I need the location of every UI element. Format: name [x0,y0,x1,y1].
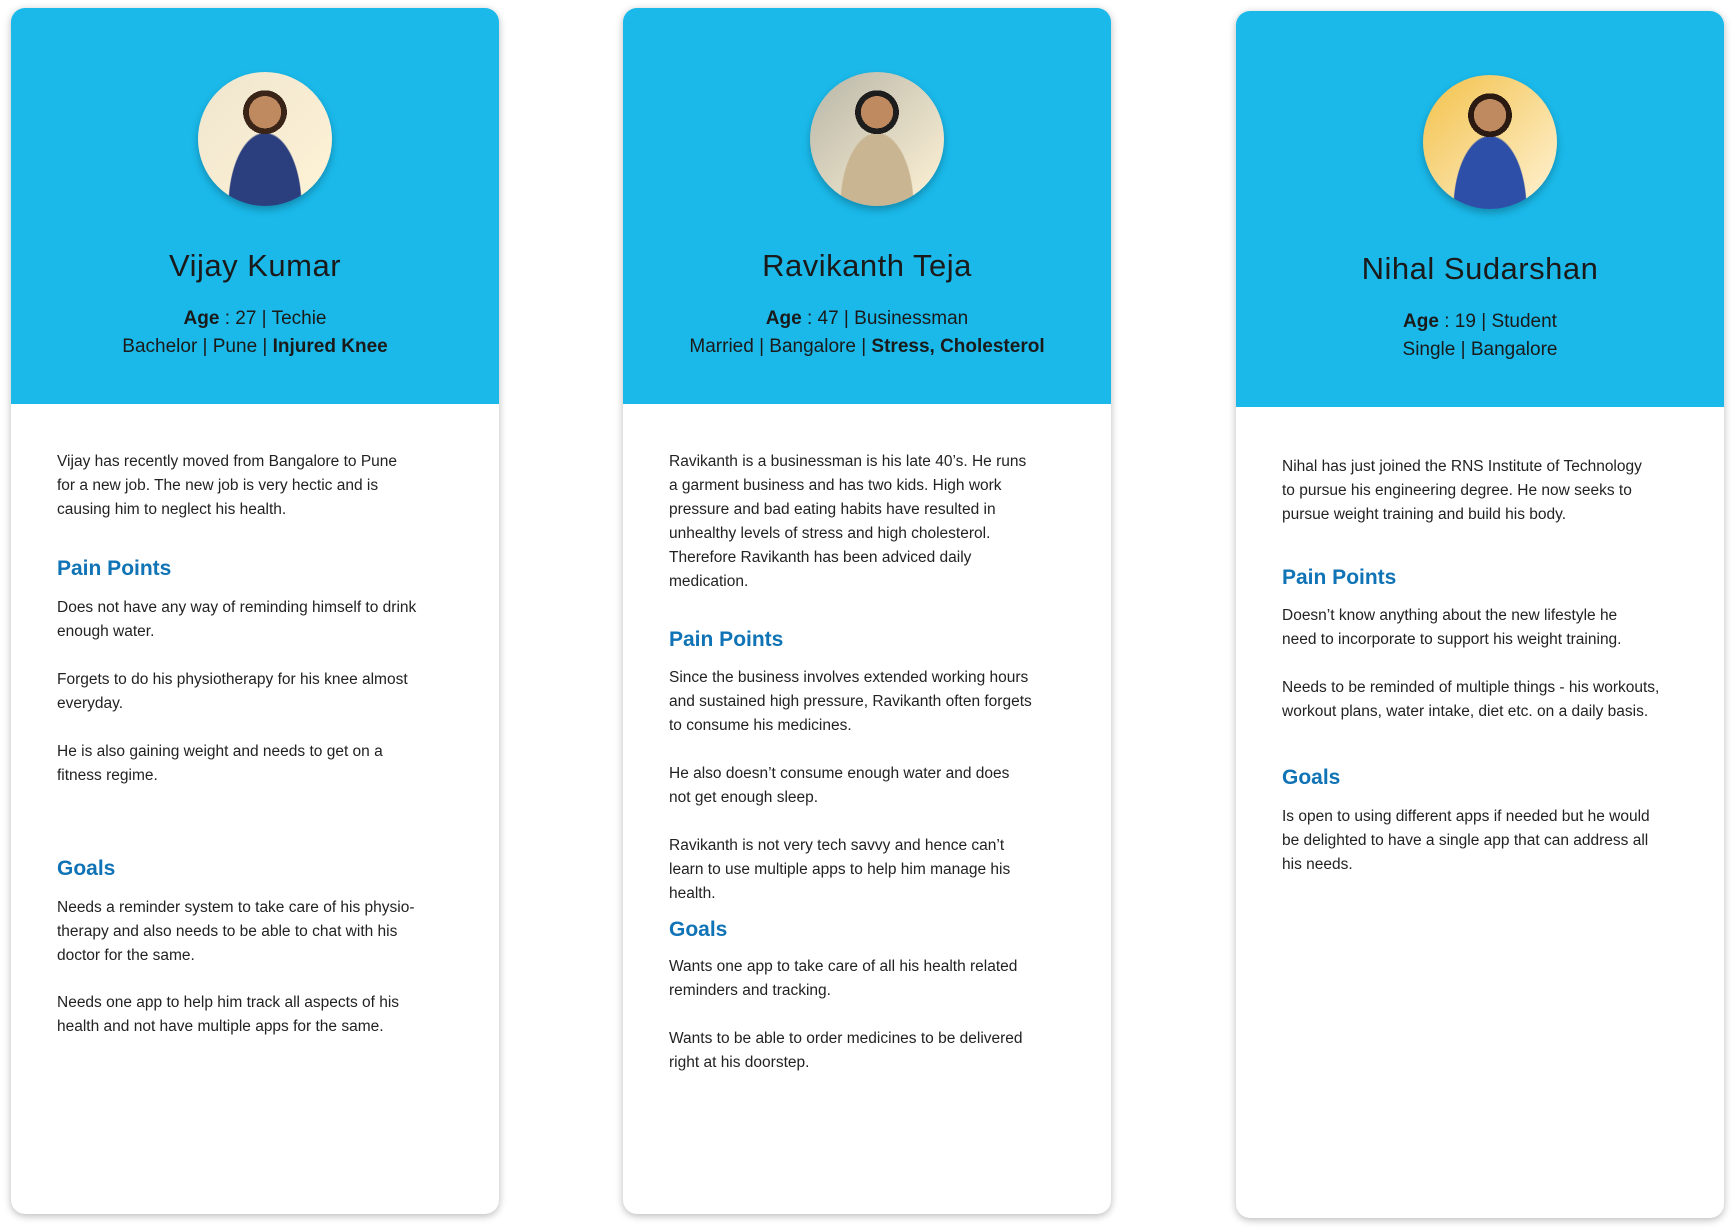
text-line: Forgets to do his physiotherapy for his … [57,671,408,688]
text-line: need to incorporate to support his weigh… [1282,631,1622,648]
text-line: Since the business involves extended wor… [669,669,1029,686]
occupation: Techie [271,308,327,329]
age-label: Age [183,308,220,329]
goal: Wants to be able to order medicines to b… [669,1027,1089,1075]
persona-header: Ravikanth Teja Age : 47 | Businessman Marr… [623,8,1111,404]
pain-points-heading: Pain Points [669,628,784,651]
pain-points-heading: Pain Points [57,557,172,580]
persona-description: Nihal has just joined the RNS Institute … [1282,455,1702,527]
age-value: 27 [235,308,257,329]
age-label: Age [1403,311,1439,332]
text-line: Vijay has recently moved from Bangalore … [57,453,398,470]
persona-age-line: Age : 27 | Techie [183,308,327,329]
condition: Injured Knee [272,336,388,357]
text-line: health. [669,885,716,902]
details: Bachelor | Pune | [122,336,273,357]
persona-header: Nihal Sudarshan Age : 19 | Student Single … [1236,11,1724,407]
goal: Needs a reminder system to take care of … [57,896,477,968]
text-line: be delighted to have a single app that c… [1282,832,1649,849]
details: Single | Bangalore [1402,339,1558,360]
pain-point: Doesn’t know anything about the new life… [1282,604,1702,652]
text-line: doctor for the same. [57,947,195,964]
goals-heading: Goals [57,857,116,880]
persona-description: Ravikanth is a businessman is his late 4… [669,450,1089,594]
text-line: his needs. [1282,856,1353,873]
persona-name: Ravikanth Teja [762,248,972,283]
goal: Wants one app to take care of all his he… [669,955,1089,1003]
text-line: causing him to neglect his health. [57,501,287,518]
persona-card: Vijay Kumar Age : 27 | Techie Bachelor | P… [11,8,499,1214]
text-line: to pursue his engineering degree. He now… [1282,482,1632,499]
persona-details-line: Single | Bangalore [1236,339,1724,361]
text-line: Wants one app to take care of all his he… [669,958,1018,975]
pain-points-heading: Pain Points [1282,566,1397,589]
pain-point: He is also gaining weight and needs to g… [57,740,477,788]
text-line: Is open to using different apps if neede… [1282,808,1650,825]
pain-point: Since the business involves extended wor… [669,666,1089,738]
goals-heading: Goals [1282,766,1341,789]
text-line: He also doesn’t consume enough water and… [669,765,1010,782]
occupation: Businessman [854,308,969,329]
details: Married | Bangalore | [689,336,872,357]
persona-details-line: Bachelor | Pune | Injured Knee [11,336,499,358]
text-line: to consume his medicines. [669,717,852,734]
text-line: enough water. [57,623,155,640]
condition: Stress, Cholesterol [871,336,1045,357]
age-value: 19 [1454,311,1476,332]
pain-point: He also doesn’t consume enough water and… [669,762,1089,810]
persona-age-line: Age : 19 | Student [1403,311,1557,332]
avatar [1423,75,1557,209]
text-line: and sustained high pressure, Ravikanth o… [669,693,1032,710]
text-line: Does not have any way of reminding himse… [57,599,417,616]
text-line: a garment business and has two kids. Hig… [669,477,1002,494]
text-line: Needs one app to help him track all aspe… [57,994,400,1011]
text-line: Nihal has just joined the RNS Institute … [1282,458,1642,475]
text-line: Doesn’t know anything about the new life… [1282,607,1618,624]
text-line: learn to use multiple apps to help him m… [669,861,1011,878]
text-line: Ravikanth is not very tech savvy and hen… [669,837,1005,854]
text-line: Ravikanth is a businessman is his late 4… [669,453,1027,470]
text-line: He is also gaining weight and needs to g… [57,743,383,760]
text-line: fitness regime. [57,767,158,784]
text-line: pursue weight training and build his bod… [1282,506,1567,523]
pain-point: Does not have any way of reminding himse… [57,596,477,644]
text-line: not get enough sleep. [669,789,819,806]
goal: Needs one app to help him track all aspe… [57,991,477,1039]
persona-details-line: Married | Bangalore | Stress, Cholestero… [623,336,1111,358]
age-label: Age [765,308,802,329]
text-line: unhealthy levels of stress and high chol… [669,525,991,542]
text-line: medication. [669,573,749,590]
avatar [810,72,944,206]
text-line: workout plans, water intake, diet etc. o… [1282,703,1649,720]
text-line: pressure and bad eating habits have resu… [669,501,996,518]
text-line: Needs to be reminded of multiple things … [1282,679,1660,696]
text-line: Therefore Ravikanth has been adviced dai… [669,549,972,566]
goals-heading: Goals [669,918,728,941]
text-line: right at his doorstep. [669,1054,810,1071]
text-line: everyday. [57,695,124,712]
persona-card: Ravikanth Teja Age : 47 | Businessman Marr… [623,8,1111,1214]
text-line: therapy and also needs to be able to cha… [57,923,398,940]
text-line: Wants to be able to order medicines to b… [669,1030,1023,1047]
avatar [198,72,332,206]
age-value: 47 [817,308,839,329]
persona-name: Vijay Kumar [168,248,342,283]
goal: Is open to using different apps if neede… [1282,805,1702,877]
persona-age-line: Age : 47 | Businessman [765,308,969,329]
text-line: health and not have multiple apps for th… [57,1018,384,1035]
persona-name: Nihal Sudarshan [1361,251,1599,286]
pain-point: Forgets to do his physiotherapy for his … [57,668,477,716]
persona-description: Vijay has recently moved from Bangalore … [57,450,477,522]
pain-point: Needs to be reminded of multiple things … [1282,676,1702,724]
persona-card: Nihal Sudarshan Age : 19 | Student Single … [1236,11,1724,1218]
text-line: reminders and tracking. [669,982,831,999]
text-line: for a new job. The new job is very hecti… [57,477,379,494]
persona-header: Vijay Kumar Age : 27 | Techie Bachelor | P… [11,8,499,404]
pain-point: Ravikanth is not very tech savvy and hen… [669,834,1089,906]
occupation: Student [1491,311,1557,332]
text-line: Needs a reminder system to take care of … [57,899,415,916]
